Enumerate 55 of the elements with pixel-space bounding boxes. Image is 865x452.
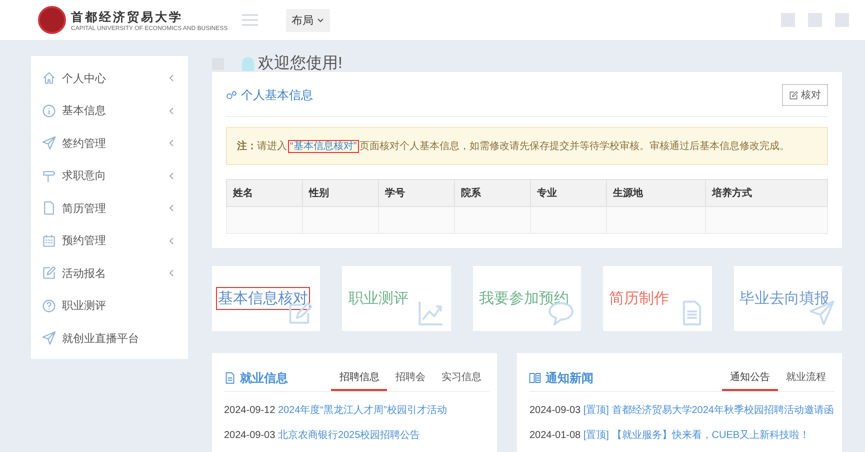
- house-icon: [42, 71, 56, 86]
- signpost-icon: [42, 168, 56, 183]
- info-icon: [42, 104, 56, 118]
- edit-icon: [789, 90, 798, 100]
- university-name: 首都经济贸易大学: [71, 8, 184, 26]
- verify-button[interactable]: 核对: [782, 84, 828, 106]
- tab[interactable]: 通知公告: [722, 365, 778, 391]
- paper-plane-icon: [42, 331, 56, 346]
- column-header: 生源地: [606, 180, 706, 206]
- tab[interactable]: 招聘会: [387, 365, 434, 391]
- column-header: 姓名: [226, 180, 302, 206]
- news-item[interactable]: 2024-09-03 北京农商银行2025校园招聘公告: [224, 428, 490, 442]
- shortcut-tile[interactable]: 基本信息核对: [212, 266, 320, 331]
- document-icon: [42, 201, 56, 216]
- edit-icon: [42, 266, 56, 280]
- sidebar-item[interactable]: 预约管理: [31, 224, 188, 257]
- sidebar-item[interactable]: 简历管理: [31, 192, 188, 224]
- panel-title: 就业信息: [240, 370, 289, 386]
- panel-title: 通知新闻: [545, 370, 594, 386]
- column-header: 院系: [454, 180, 530, 206]
- column-header: 专业: [530, 180, 606, 206]
- sidebar-item[interactable]: 活动报名: [31, 257, 188, 290]
- tab[interactable]: 实习信息: [433, 365, 490, 391]
- calendar-icon: [42, 234, 56, 248]
- sidebar-item[interactable]: 职业测评: [31, 290, 188, 322]
- sidebar-item[interactable]: 个人中心: [31, 62, 188, 94]
- column-header: 性别: [302, 180, 378, 206]
- line-chart-icon: [418, 300, 444, 326]
- document-icon: [224, 372, 236, 384]
- sidebar-item[interactable]: 签约管理: [31, 127, 188, 160]
- layout-dropdown[interactable]: 布局: [286, 8, 330, 32]
- sidebar-item[interactable]: 求职意向: [31, 160, 188, 192]
- verification-link[interactable]: “基本信息核对”: [289, 141, 358, 152]
- paper-plane-icon: [42, 136, 56, 150]
- sidebar-item[interactable]: 就创业直播平台: [31, 322, 188, 354]
- card-title: 个人基本信息: [241, 86, 314, 104]
- question-icon: [42, 298, 56, 313]
- caret-icon: [316, 18, 324, 22]
- news-item[interactable]: 2024-09-12 2024年度“黑龙江人才周”校园引才活动: [224, 403, 490, 417]
- news-item[interactable]: 2024-01-08 [置顶] 【就业服务】快来看，CUEB又上新科技啦！: [529, 428, 834, 442]
- toolbar-icon[interactable]: [835, 13, 849, 27]
- tab[interactable]: 招聘信息: [331, 365, 388, 391]
- university-seal-icon: [38, 6, 66, 34]
- column-header: 学号: [378, 180, 454, 206]
- menu-icon[interactable]: [242, 14, 258, 26]
- column-header: 培养方式: [705, 180, 828, 206]
- newspaper-icon: [529, 372, 542, 384]
- toolbar-icon[interactable]: [808, 13, 822, 27]
- image-placeholder: [242, 57, 254, 71]
- toolbar-icon[interactable]: [781, 13, 795, 27]
- tab[interactable]: 就业流程: [778, 365, 834, 391]
- news-item[interactable]: 2024-09-03 [置顶] 首都经济贸易大学2024年秋季校园招聘活动邀请函: [529, 403, 834, 417]
- welcome-heading: 欢迎您使用!: [258, 56, 342, 72]
- sidebar-item[interactable]: 基本信息: [31, 94, 188, 127]
- notice-text: 注：请进入 “基本信息核对” 页面核对个人基本信息，如需修改请先保存提交并等待学校审核。审核通过后基本信息修改完成。: [226, 127, 828, 165]
